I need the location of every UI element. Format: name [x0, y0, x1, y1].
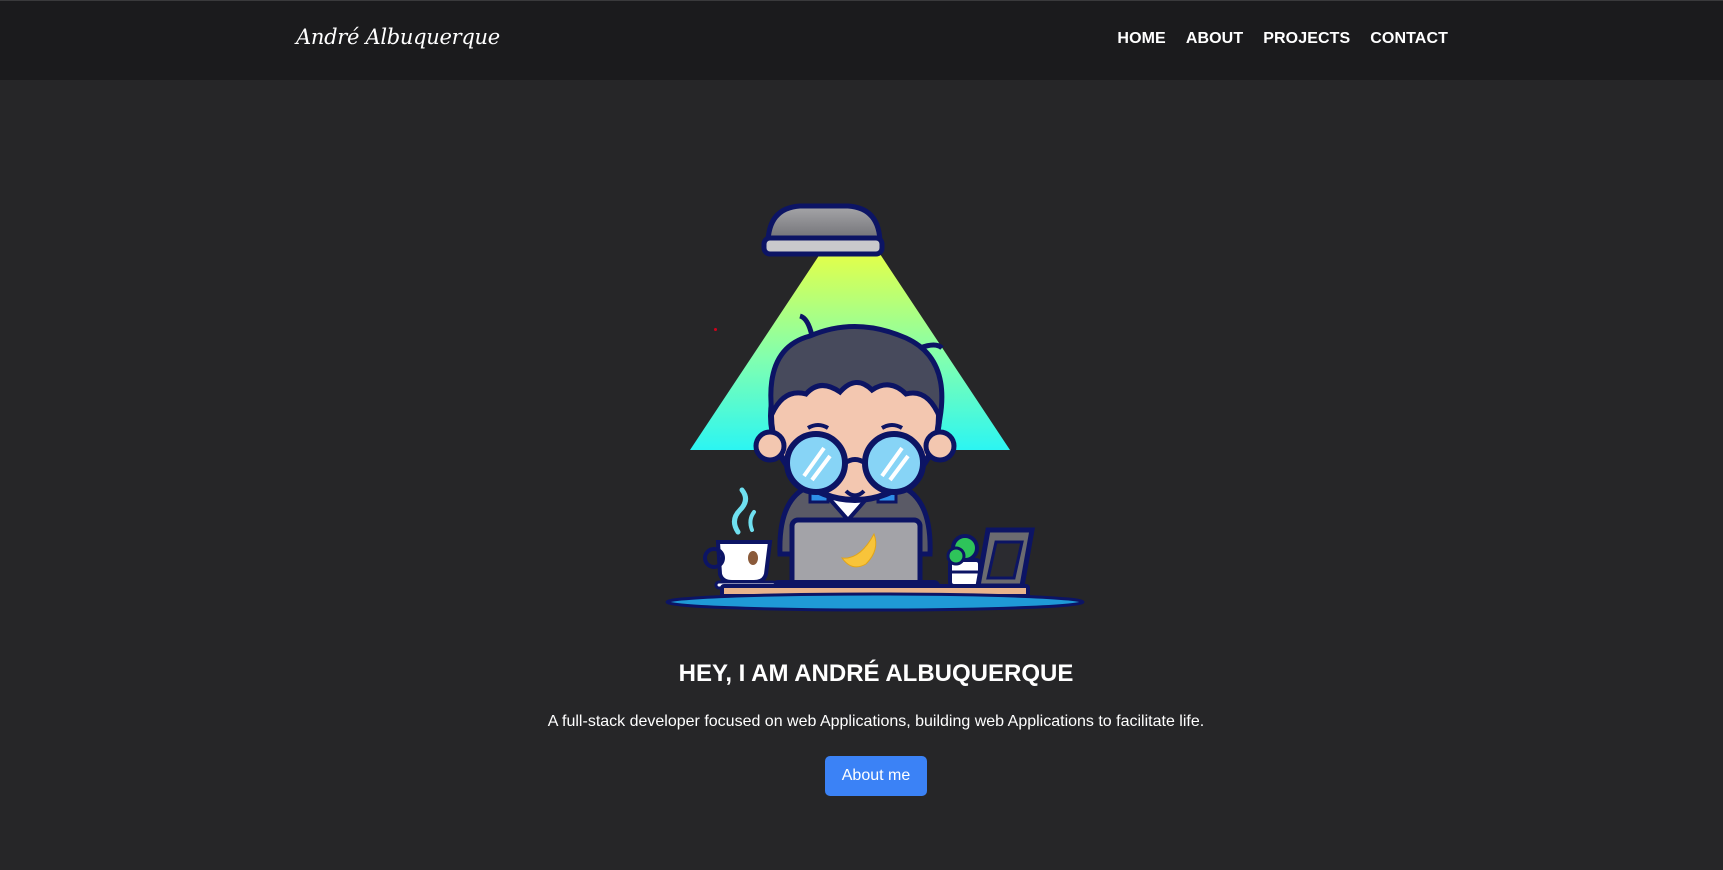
hero-title: HEY, I AM ANDRÉ ALBUQUERQUE	[678, 660, 1074, 687]
about-me-button[interactable]: About me	[825, 756, 927, 796]
navbar: André Albuquerque HOME ABOUT PROJECTS CO…	[0, 0, 1723, 80]
nav-link-about[interactable]: ABOUT	[1186, 30, 1243, 48]
hero-subtitle: A full-stack developer focused on web Ap…	[547, 713, 1205, 730]
nav-link-home[interactable]: HOME	[1117, 30, 1165, 48]
nav-links: HOME ABOUT PROJECTS CONTACT	[1117, 30, 1448, 48]
nav-link-contact[interactable]: CONTACT	[1370, 30, 1448, 48]
nav-link-projects[interactable]: PROJECTS	[1263, 30, 1350, 48]
brand-logo[interactable]: André Albuquerque	[296, 25, 500, 49]
developer-illustration	[665, 203, 1085, 612]
